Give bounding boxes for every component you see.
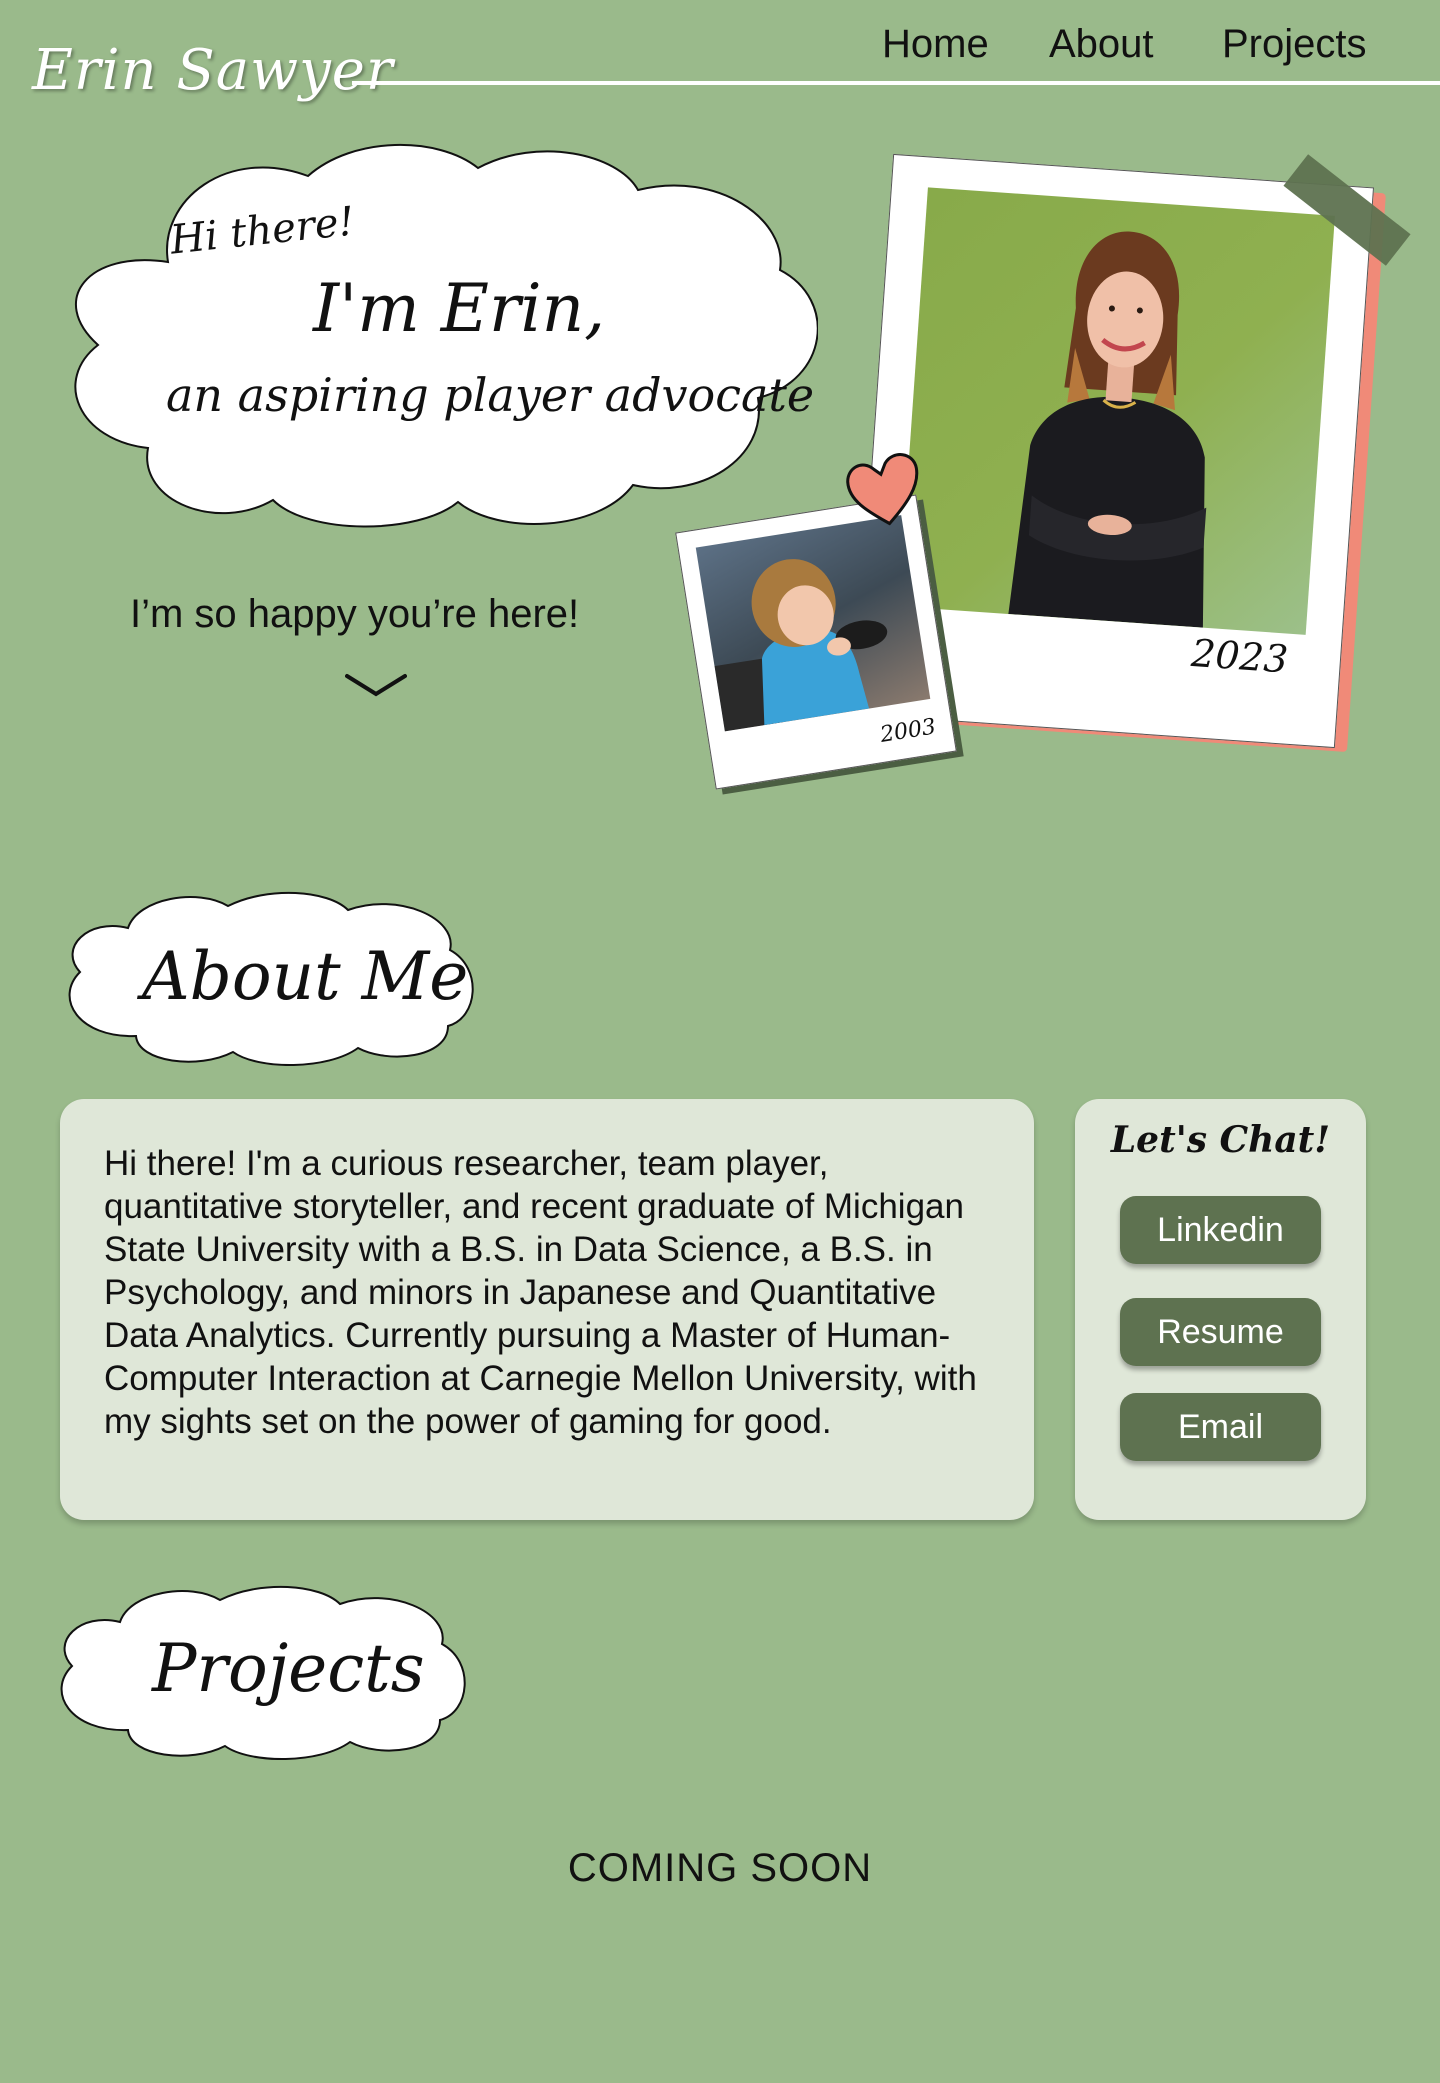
contact-card: Let's Chat! Linkedin Resume Email [1075, 1099, 1366, 1520]
about-heading: About Me [142, 938, 469, 1015]
scroll-down-icon[interactable] [345, 672, 407, 705]
hero-speech-cloud: Hi there! I'm Erin, an aspiring player a… [58, 140, 818, 532]
projects-heading: Projects [152, 1630, 425, 1707]
site-logo[interactable]: Erin Sawyer [32, 38, 394, 103]
header-divider [352, 81, 1440, 85]
about-body: Hi there! I'm a curious researcher, team… [104, 1144, 977, 1441]
small-photo-year: 2003 [878, 714, 938, 748]
portrait-photo-2023 [898, 187, 1335, 635]
about-heading-cloud: About Me [58, 888, 478, 1066]
nav-home[interactable]: Home [882, 22, 989, 67]
small-polaroid: 2003 [675, 494, 957, 790]
hero-name: I'm Erin, [313, 270, 606, 347]
hero-tagline: an aspiring player advocate [166, 368, 815, 422]
childhood-photo-2003 [695, 515, 931, 732]
projects-heading-cloud: Projects [50, 1582, 468, 1760]
linkedin-button[interactable]: Linkedin [1120, 1196, 1321, 1264]
heart-icon [844, 452, 924, 537]
nav-about[interactable]: About [1049, 22, 1154, 67]
email-button[interactable]: Email [1120, 1393, 1321, 1461]
hero-welcome-text: I’m so happy you’re here! [130, 592, 580, 636]
projects-status: COMING SOON [567, 1846, 873, 1890]
resume-button[interactable]: Resume [1120, 1298, 1321, 1366]
main-photo-year: 2023 [1189, 630, 1290, 682]
nav-projects[interactable]: Projects [1222, 22, 1367, 67]
about-card: Hi there! I'm a curious researcher, team… [60, 1099, 1034, 1520]
contact-title: Let's Chat! [1110, 1119, 1331, 1161]
